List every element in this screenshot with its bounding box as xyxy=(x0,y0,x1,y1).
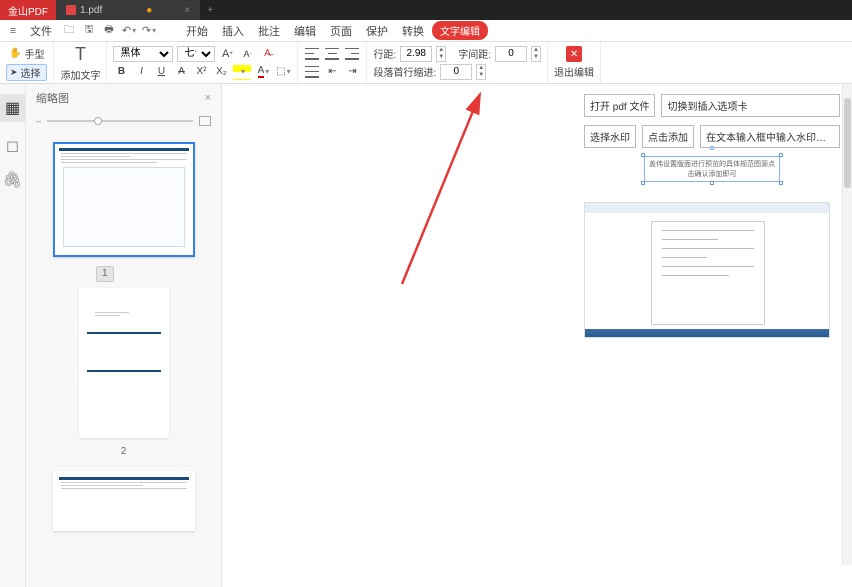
step-open-pdf: 打开 pdf 文件 xyxy=(584,94,655,117)
menu-start[interactable]: 开始 xyxy=(180,21,214,41)
arrow-icon xyxy=(10,67,18,78)
menu-convert[interactable]: 转换 xyxy=(396,21,430,41)
tool-select[interactable]: 选择 xyxy=(6,64,47,81)
thumbnail-page-2[interactable] xyxy=(79,288,169,438)
new-tab-button[interactable]: + xyxy=(200,5,220,16)
left-rail: ▦ ◻ 🖇 xyxy=(0,84,26,587)
line-spacing-label: 行距: xyxy=(373,46,396,61)
exit-edit-label[interactable]: 退出编辑 xyxy=(554,64,594,79)
vertical-scrollbar[interactable] xyxy=(842,84,852,565)
first-indent-stepper[interactable]: ▲▼ xyxy=(476,64,486,80)
shading-button[interactable]: ⬚ xyxy=(275,64,291,80)
ribbon-toolbar: 手型 选择 T 添加文字 黑体 七号 A+ A- A̶ B I U A X² X… xyxy=(0,42,852,84)
bold-button[interactable]: B xyxy=(113,64,129,80)
tab-unsaved-dot: ● xyxy=(146,5,152,16)
add-text-icon[interactable]: T xyxy=(69,44,91,65)
strike-button[interactable]: A xyxy=(173,64,189,80)
menu-annotate[interactable]: 批注 xyxy=(252,21,286,41)
bookmark-rail-icon[interactable]: ◻ xyxy=(6,136,19,156)
document-tab[interactable]: 1.pdf ● × xyxy=(56,0,200,20)
redo-icon[interactable] xyxy=(140,22,158,40)
grow-font-icon[interactable]: A+ xyxy=(219,46,235,62)
clear-format-icon[interactable]: A̶ xyxy=(259,46,275,62)
document-canvas[interactable] xyxy=(222,84,572,587)
hamburger-menu-icon[interactable] xyxy=(4,22,22,40)
underline-button[interactable]: U xyxy=(153,64,169,80)
page-number-2: 2 xyxy=(34,444,213,465)
hand-icon xyxy=(9,48,21,59)
char-spacing-input[interactable] xyxy=(495,46,527,62)
print-icon[interactable] xyxy=(100,22,118,40)
char-spacing-label: 字间距: xyxy=(458,46,491,61)
font-family-select[interactable]: 黑体 xyxy=(113,46,173,62)
zoom-min-icon: – xyxy=(36,116,41,126)
font-color-button[interactable]: A xyxy=(255,64,271,80)
thumbnail-page-1[interactable] xyxy=(53,142,195,257)
tab-close-button[interactable]: × xyxy=(184,5,190,16)
thumbnail-panel-title: 缩略图 xyxy=(36,90,69,106)
line-spacing-stepper[interactable]: ▲▼ xyxy=(436,46,446,62)
step-input-watermark: 在文本输入框中输入水印内容。。。。。 xyxy=(700,125,840,148)
workspace: ▦ ◻ 🖇 缩略图 × – 1 xyxy=(0,84,852,587)
thumbnail-panel: 缩略图 × – 1 2 xyxy=(26,84,222,587)
align-left-icon[interactable] xyxy=(304,46,320,62)
thumbnail-zoom-slider[interactable]: – xyxy=(26,112,221,130)
menu-insert[interactable]: 插入 xyxy=(216,21,250,41)
page-number-1: 1 xyxy=(96,266,114,282)
document-preview-area: 打开 pdf 文件 切换到插入选项卡 选择水印 点击添加 在文本输入框中输入水印… xyxy=(572,84,852,587)
step-switch-insert: 切换到插入选项卡 xyxy=(661,94,840,117)
menu-edit[interactable]: 编辑 xyxy=(288,21,322,41)
menu-protect[interactable]: 保护 xyxy=(360,21,394,41)
embedded-screenshot xyxy=(584,202,830,338)
title-bar: 金山PDF 1.pdf ● × + xyxy=(0,0,852,20)
pdf-icon xyxy=(66,5,76,15)
step-select-watermark: 选择水印 xyxy=(584,125,636,148)
align-justify-icon[interactable] xyxy=(304,64,320,80)
fit-icon[interactable] xyxy=(199,116,211,126)
selected-text-content: 盖伟设置版面进行预览的具体规范图源点击确认添加即可 xyxy=(644,156,780,182)
menu-bar: 文件 开始 插入 批注 编辑 页面 保护 转换 文字编辑 xyxy=(0,20,852,42)
menu-page[interactable]: 页面 xyxy=(324,21,358,41)
thumbnail-page-3[interactable] xyxy=(53,471,195,531)
align-center-icon[interactable] xyxy=(324,46,340,62)
step-click-add: 点击添加 xyxy=(642,125,694,148)
attachment-rail-icon[interactable]: 🖇 xyxy=(2,170,22,190)
exit-edit-close-icon[interactable]: ✕ xyxy=(566,46,582,62)
first-indent-input[interactable] xyxy=(440,64,472,80)
add-text-label[interactable]: 添加文字 xyxy=(60,67,100,82)
tool-hand[interactable]: 手型 xyxy=(6,45,47,62)
sub-button[interactable]: X₂ xyxy=(213,64,229,80)
align-right-icon[interactable] xyxy=(344,46,360,62)
app-brand: 金山PDF xyxy=(0,0,56,20)
highlight-button[interactable] xyxy=(233,64,251,80)
italic-button[interactable]: I xyxy=(133,64,149,80)
thumbnail-panel-close[interactable]: × xyxy=(205,92,211,104)
undo-icon[interactable] xyxy=(120,22,138,40)
line-spacing-input[interactable] xyxy=(400,46,432,62)
font-size-select[interactable]: 七号 xyxy=(177,46,215,62)
open-icon[interactable] xyxy=(60,22,78,40)
first-indent-label: 段落首行缩进: xyxy=(373,64,436,79)
menu-text-edit-active[interactable]: 文字编辑 xyxy=(432,21,488,40)
tab-label: 1.pdf xyxy=(80,5,102,16)
indent-inc-icon[interactable]: ⇥ xyxy=(344,64,360,80)
menu-file[interactable]: 文件 xyxy=(24,21,58,41)
thumbnail-list: 1 2 xyxy=(26,130,221,587)
save-icon[interactable] xyxy=(80,22,98,40)
thumbnails-rail-icon[interactable]: ▦ xyxy=(0,94,25,122)
char-spacing-stepper[interactable]: ▲▼ xyxy=(531,46,541,62)
indent-dec-icon[interactable]: ⇤ xyxy=(324,64,340,80)
selected-text-box[interactable]: 盖伟设置版面进行预览的具体规范图源点击确认添加即可 xyxy=(644,156,780,182)
annotation-arrow xyxy=(222,84,582,384)
super-button[interactable]: X² xyxy=(193,64,209,80)
shrink-font-icon[interactable]: A- xyxy=(239,46,255,62)
